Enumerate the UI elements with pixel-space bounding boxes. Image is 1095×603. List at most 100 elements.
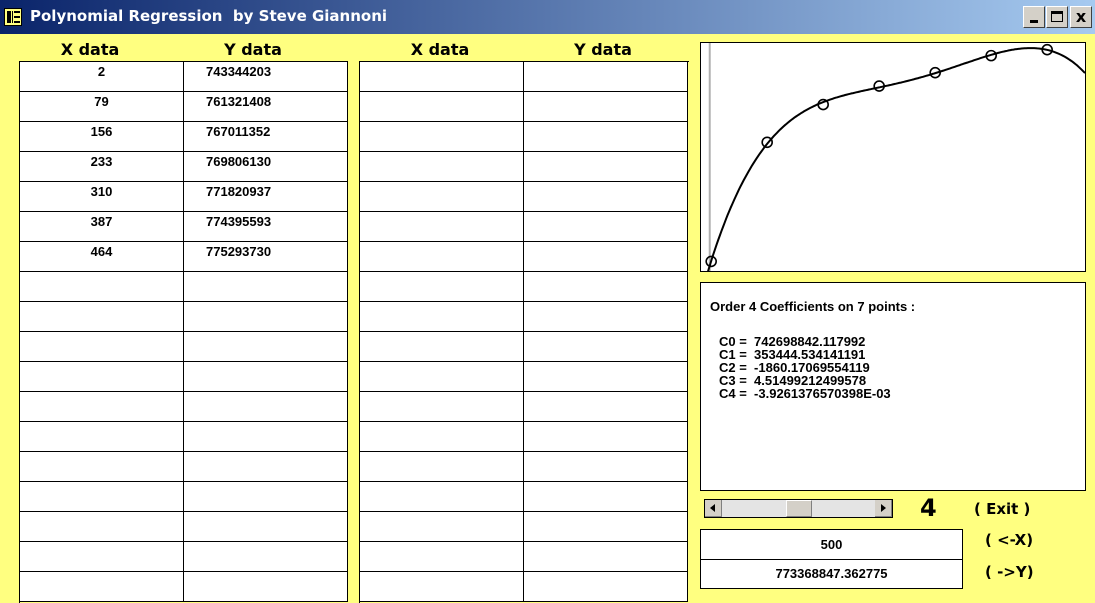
x-data-cell[interactable]: [20, 272, 184, 302]
y-data-cell[interactable]: [524, 92, 688, 122]
y-data-cell[interactable]: [524, 392, 688, 422]
x-data-cell[interactable]: [20, 392, 184, 422]
x-data-cell[interactable]: [20, 302, 184, 332]
x-data-cell[interactable]: [360, 512, 524, 542]
x-data-cell[interactable]: [20, 452, 184, 482]
x-data-cell[interactable]: [360, 302, 524, 332]
y-data-cell[interactable]: 743344203: [184, 62, 348, 92]
x-data-cell[interactable]: [20, 542, 184, 572]
x-data-cell[interactable]: [360, 542, 524, 572]
x-data-cell[interactable]: [360, 182, 524, 212]
table-row: [360, 542, 688, 572]
y-data-cell[interactable]: [184, 572, 348, 602]
y-data-cell[interactable]: [184, 332, 348, 362]
y-data-cell[interactable]: [524, 62, 688, 92]
y-data-cell[interactable]: [524, 572, 688, 602]
title-bar: Polynomial Regression by Steve Giannoni …: [0, 0, 1095, 34]
y-data-cell[interactable]: [524, 362, 688, 392]
y-data-cell[interactable]: [184, 272, 348, 302]
x-data-cell[interactable]: [360, 122, 524, 152]
y-data-cell[interactable]: [524, 212, 688, 242]
x-data-cell[interactable]: [360, 332, 524, 362]
y-output: 773368847.362775: [700, 559, 963, 589]
y-data-cell[interactable]: [524, 302, 688, 332]
y-data-cell[interactable]: [524, 512, 688, 542]
x-data-cell[interactable]: [360, 422, 524, 452]
y-data-cell[interactable]: [524, 122, 688, 152]
y-data-cell[interactable]: [524, 542, 688, 572]
x-data-cell[interactable]: 310: [20, 182, 184, 212]
x-data-cell[interactable]: [20, 572, 184, 602]
close-button[interactable]: x: [1070, 6, 1092, 28]
x-data-cell[interactable]: 464: [20, 242, 184, 272]
x-input[interactable]: 500: [700, 529, 963, 560]
y-data-cell[interactable]: [184, 362, 348, 392]
x-data-cell[interactable]: [360, 452, 524, 482]
minimize-button[interactable]: [1023, 6, 1045, 28]
y-data-cell[interactable]: [184, 392, 348, 422]
y-data-cell[interactable]: 775293730: [184, 242, 348, 272]
x-data-cell[interactable]: [360, 212, 524, 242]
x-data-cell[interactable]: [20, 422, 184, 452]
table-row: [20, 542, 348, 572]
y-data-header-1: Y data: [224, 40, 282, 59]
y-data-cell[interactable]: [524, 482, 688, 512]
data-grid-right: [359, 61, 689, 603]
x-data-cell[interactable]: [360, 362, 524, 392]
table-row: [360, 572, 688, 602]
x-data-cell[interactable]: 156: [20, 122, 184, 152]
scroll-thumb[interactable]: [786, 500, 812, 517]
y-data-cell[interactable]: 767011352: [184, 122, 348, 152]
order-scrollbar[interactable]: [704, 499, 893, 518]
y-data-cell[interactable]: [524, 452, 688, 482]
y-data-cell[interactable]: [184, 482, 348, 512]
x-data-cell[interactable]: [20, 332, 184, 362]
x-data-cell[interactable]: [360, 242, 524, 272]
y-data-cell[interactable]: [524, 182, 688, 212]
x-data-cell[interactable]: [20, 362, 184, 392]
table-row: [360, 362, 688, 392]
y-data-cell[interactable]: [524, 272, 688, 302]
y-data-cell[interactable]: [524, 332, 688, 362]
x-data-cell[interactable]: [20, 512, 184, 542]
y-data-cell[interactable]: [524, 242, 688, 272]
y-data-cell[interactable]: 771820937: [184, 182, 348, 212]
x-data-cell[interactable]: [20, 482, 184, 512]
scroll-right-button[interactable]: [875, 500, 892, 517]
table-row: [360, 302, 688, 332]
y-data-cell[interactable]: [184, 512, 348, 542]
x-data-header-2: X data: [410, 40, 470, 59]
x-data-cell[interactable]: 387: [20, 212, 184, 242]
y-data-cell[interactable]: [524, 152, 688, 182]
coefficient-c4: C4 = -3.9261376570398E-03: [719, 386, 891, 401]
y-data-cell[interactable]: 761321408: [184, 92, 348, 122]
x-data-cell[interactable]: [360, 482, 524, 512]
to-x-button[interactable]: ( <-X): [985, 531, 1033, 549]
table-row: [20, 482, 348, 512]
to-y-button[interactable]: ( ->Y): [985, 563, 1034, 581]
x-data-cell[interactable]: 233: [20, 152, 184, 182]
y-data-cell[interactable]: [184, 422, 348, 452]
x-data-cell[interactable]: [360, 92, 524, 122]
y-data-cell[interactable]: 769806130: [184, 152, 348, 182]
arrow-left-icon: [710, 504, 715, 512]
x-data-cell[interactable]: [360, 392, 524, 422]
table-row: [360, 62, 688, 92]
x-data-cell[interactable]: [360, 572, 524, 602]
scroll-left-button[interactable]: [705, 500, 722, 517]
y-data-cell[interactable]: [524, 422, 688, 452]
maximize-button[interactable]: [1046, 6, 1068, 28]
y-data-cell[interactable]: 774395593: [184, 212, 348, 242]
table-row: [360, 152, 688, 182]
exit-button[interactable]: ( Exit ): [974, 500, 1030, 518]
y-data-cell[interactable]: [184, 542, 348, 572]
x-data-cell[interactable]: 79: [20, 92, 184, 122]
table-row: [360, 332, 688, 362]
x-data-cell[interactable]: 2: [20, 62, 184, 92]
x-data-cell[interactable]: [360, 62, 524, 92]
table-row: [360, 92, 688, 122]
y-data-cell[interactable]: [184, 302, 348, 332]
x-data-cell[interactable]: [360, 152, 524, 182]
y-data-cell[interactable]: [184, 452, 348, 482]
x-data-cell[interactable]: [360, 272, 524, 302]
